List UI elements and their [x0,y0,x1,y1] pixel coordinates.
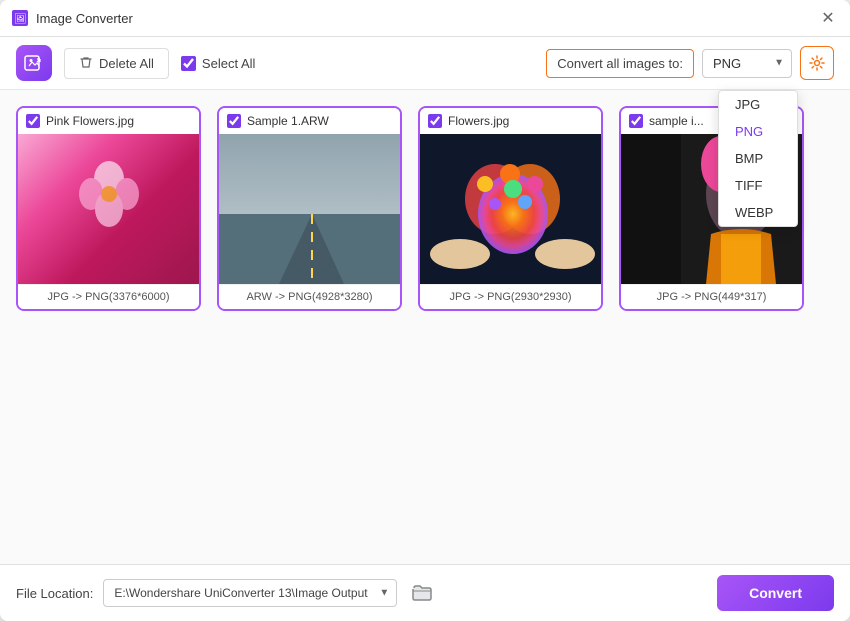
convert-all-label: Convert all images to: [546,49,694,78]
card-checkbox[interactable] [26,114,40,128]
delete-all-label: Delete All [99,56,154,71]
card-filename: Sample 1.ARW [247,114,329,128]
convert-button-label: Convert [749,585,802,601]
card-filename: Pink Flowers.jpg [46,114,134,128]
image-grid: Pink Flowers.jpg JPG -> PNG(3376*6000) [16,106,834,311]
card-checkbox[interactable] [629,114,643,128]
select-all-checkbox[interactable] [181,56,196,71]
card-image [18,134,199,284]
window-title: Image Converter [36,11,133,26]
format-select[interactable]: JPG PNG BMP TIFF WEBP [702,49,792,78]
image-card: Pink Flowers.jpg JPG -> PNG(3376*6000) [16,106,201,311]
file-location-select[interactable]: E:\Wondershare UniConverter 13\Image Out… [103,579,397,607]
select-all-wrapper[interactable]: Select All [181,56,255,71]
format-select-wrapper: JPG PNG BMP TIFF WEBP ▼ [702,49,792,78]
card-image-area [18,134,199,284]
card-filename: Flowers.jpg [448,114,509,128]
image-card: Flowers.jpg [418,106,603,311]
dropdown-item-webp[interactable]: WEBP [719,199,797,226]
card-footer: ARW -> PNG(4928*3280) [219,284,400,309]
card-header: Sample 1.ARW [219,108,400,134]
toolbar-right: Convert all images to: JPG PNG BMP TIFF … [546,46,834,80]
convert-button[interactable]: Convert [717,575,834,611]
card-checkbox[interactable] [428,114,442,128]
card-checkbox[interactable] [227,114,241,128]
card-footer: JPG -> PNG(449*317) [621,284,802,309]
card-image-area [420,134,601,284]
select-all-label: Select All [202,56,255,71]
format-dropdown: JPG PNG BMP TIFF WEBP [718,90,798,227]
card-image [420,134,601,284]
settings-button[interactable] [800,46,834,80]
trash-icon [79,55,93,72]
card-footer: JPG -> PNG(2930*2930) [420,284,601,309]
dropdown-item-bmp[interactable]: BMP [719,145,797,172]
file-location-group: File Location: E:\Wondershare UniConvert… [16,578,437,608]
file-location-input-wrap: E:\Wondershare UniConverter 13\Image Out… [103,579,397,607]
card-footer: JPG -> PNG(3376*6000) [18,284,199,309]
toolbar: Delete All Select All Convert all images… [0,37,850,90]
dropdown-item-tiff[interactable]: TIFF [719,172,797,199]
card-header: Pink Flowers.jpg [18,108,199,134]
title-bar-left: 🖼 Image Converter [12,10,133,26]
folder-open-button[interactable] [407,578,437,608]
status-bar: File Location: E:\Wondershare UniConvert… [0,564,850,621]
card-header: Flowers.jpg [420,108,601,134]
image-card: Sample 1.ARW [217,106,402,311]
delete-all-button[interactable]: Delete All [64,48,169,79]
close-button[interactable]: ✕ [818,8,838,28]
dropdown-item-jpg[interactable]: JPG [719,91,797,118]
title-bar: 🖼 Image Converter ✕ [0,0,850,37]
card-image-area [219,134,400,284]
file-location-label: File Location: [16,586,93,601]
app-window: 🖼 Image Converter ✕ [0,0,850,621]
app-icon [16,45,52,81]
card-filename: sample i... [649,114,704,128]
toolbar-left: Delete All Select All [16,45,255,81]
dropdown-item-png[interactable]: PNG [719,118,797,145]
svg-text:🖼: 🖼 [14,13,27,25]
card-image [219,134,400,284]
app-title-icon: 🖼 [12,10,28,26]
